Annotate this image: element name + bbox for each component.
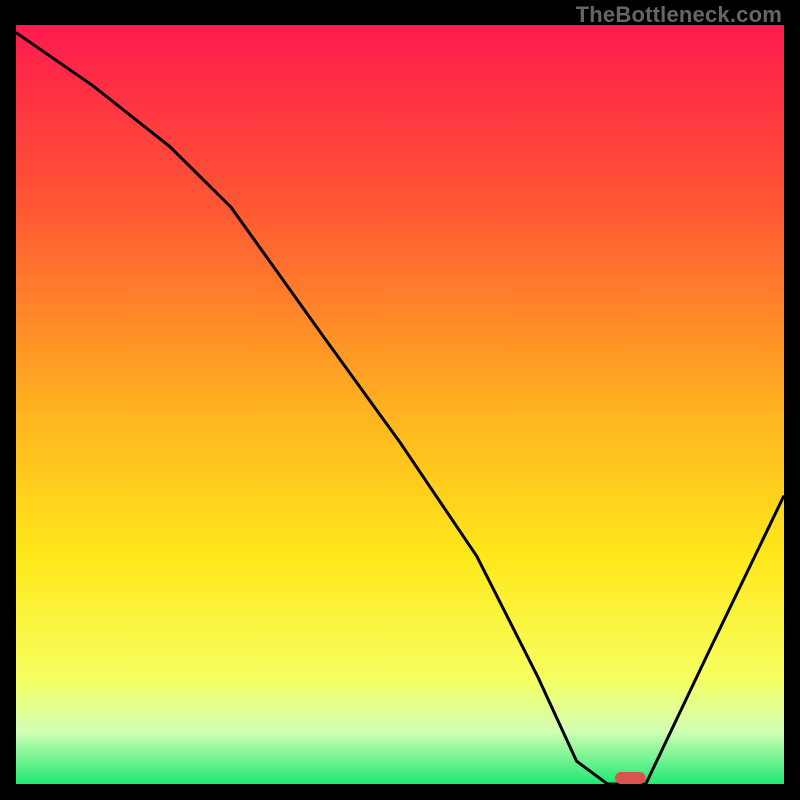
optimum-marker	[615, 772, 646, 784]
gradient-background	[16, 25, 784, 784]
chart-frame	[16, 25, 784, 784]
bottleneck-chart	[16, 25, 784, 784]
